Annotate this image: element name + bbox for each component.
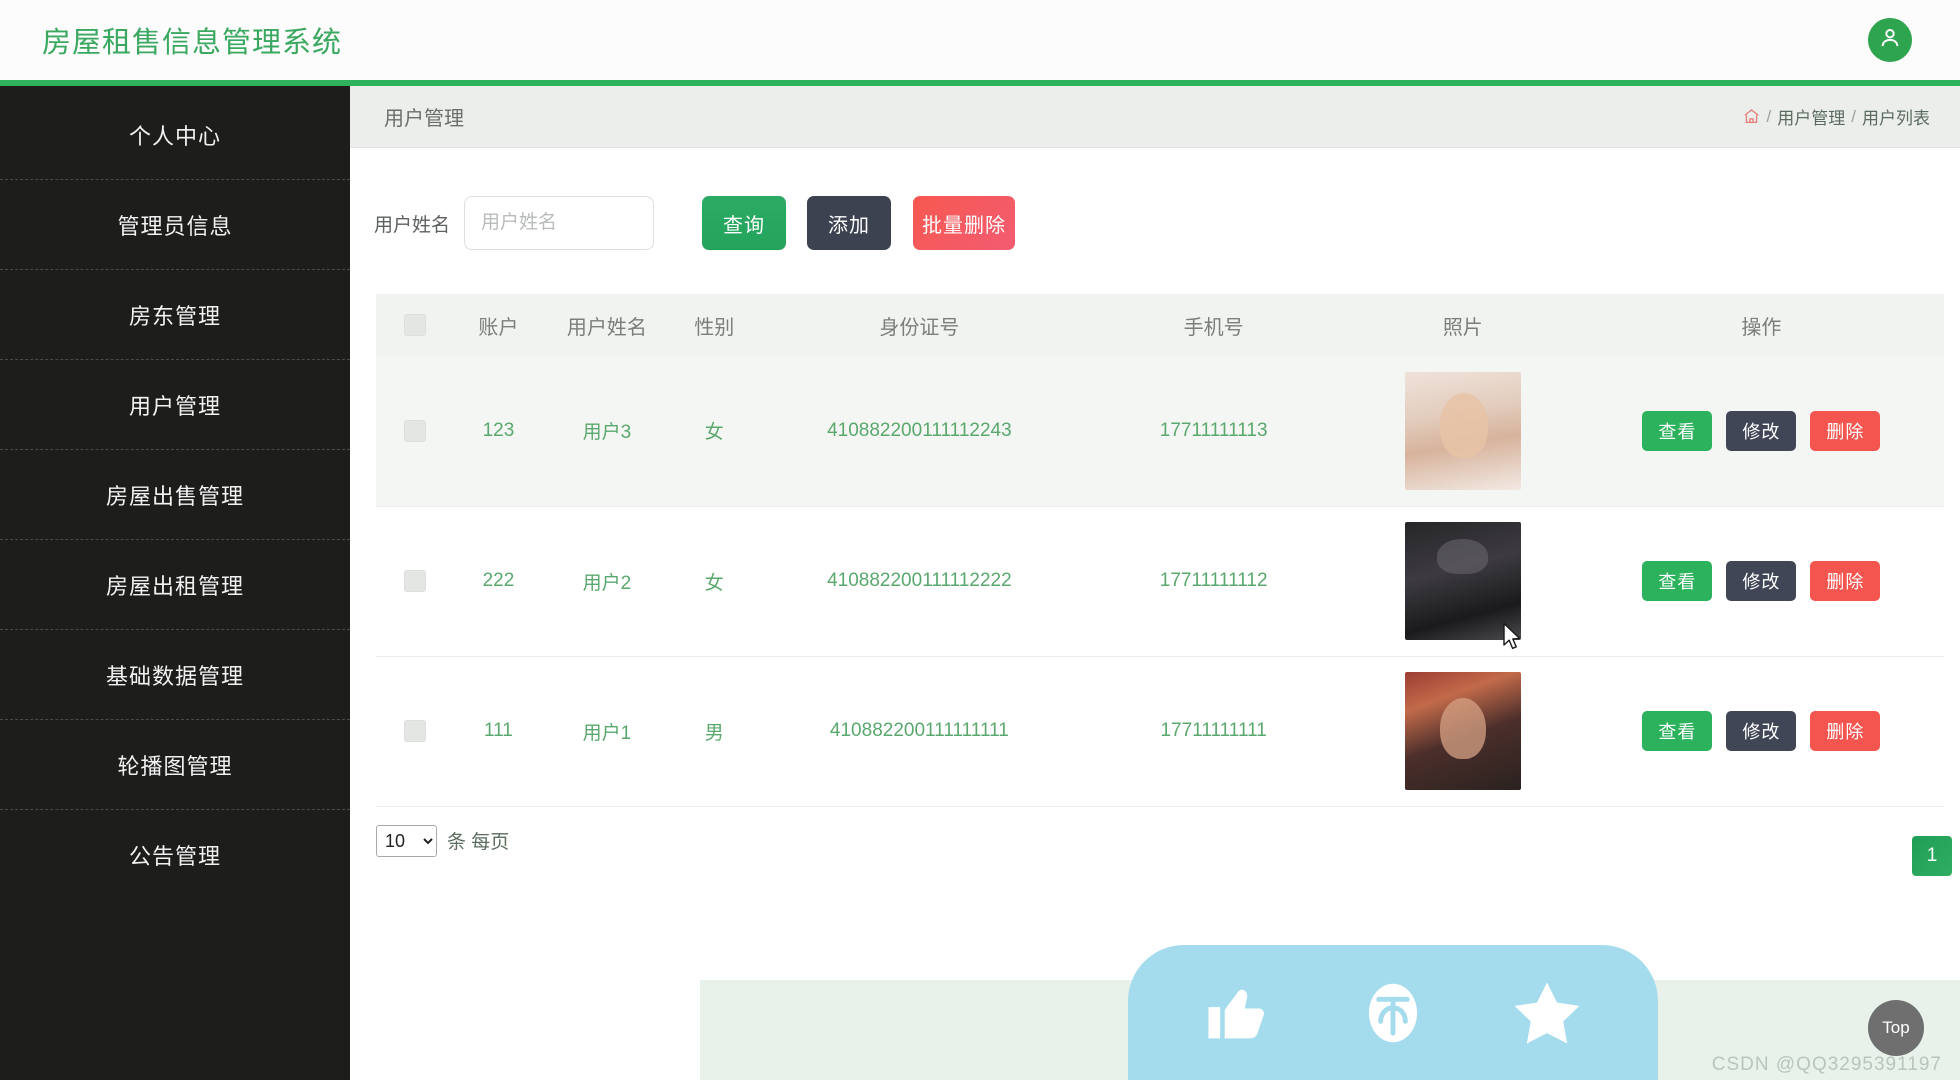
- cell-id-card: 410882200111112243: [758, 356, 1081, 507]
- column-header-phone: 手机号: [1183, 316, 1244, 339]
- column-header-name: 用户姓名: [566, 316, 647, 339]
- breadcrumb-item-user-management[interactable]: 用户管理: [1777, 104, 1845, 129]
- avatar-wrap: [1868, 18, 1912, 62]
- batch-delete-button[interactable]: 批量删除: [913, 196, 1016, 250]
- cell-photo: [1346, 356, 1579, 507]
- delete-button[interactable]: 删除: [1810, 711, 1881, 751]
- row-checkbox-cell: [376, 506, 454, 657]
- user-photo: [1404, 371, 1521, 490]
- sidebar-item-landlord-management[interactable]: 房东管理: [0, 270, 350, 360]
- back-to-top-button[interactable]: Top: [1868, 1000, 1924, 1056]
- row-checkbox-cell: [376, 356, 454, 507]
- search-input[interactable]: [464, 196, 655, 250]
- cell-phone: 17711111111: [1080, 656, 1347, 807]
- cell-photo: [1346, 656, 1579, 807]
- sidebar-item-house-rent-management[interactable]: 房屋出租管理: [0, 540, 350, 630]
- app-title: 房屋租售信息管理系统: [42, 27, 343, 59]
- breadcrumb-separator-2: /: [1851, 106, 1856, 126]
- sidebar-item-announcement-management[interactable]: 公告管理: [0, 810, 350, 900]
- cell-actions: 查看 修改 删除: [1578, 356, 1944, 507]
- column-header-account: 账户: [478, 316, 519, 339]
- breadcrumb-separator-1: /: [1766, 106, 1772, 126]
- cell-gender: 女: [670, 356, 759, 507]
- table-row: 111 用户1 男 410882200111111111 17711111111…: [376, 656, 1944, 807]
- view-button[interactable]: 查看: [1642, 410, 1713, 451]
- cell-phone: 17711111112: [1080, 506, 1347, 657]
- sidebar-item-house-sale-management[interactable]: 房屋出售管理: [0, 450, 350, 540]
- edit-button[interactable]: 修改: [1726, 410, 1797, 451]
- top-header: 房屋租售信息管理系统: [0, 0, 1960, 86]
- row-action-group: 查看 修改 删除: [1580, 711, 1943, 751]
- sidebar: 个人中心 管理员信息 房东管理 用户管理 房屋出售管理 房屋出租管理 基础数据管…: [0, 86, 350, 1080]
- home-icon[interactable]: [1742, 107, 1761, 126]
- sidebar-item-admin-info[interactable]: 管理员信息: [0, 180, 350, 270]
- add-button[interactable]: 添加: [807, 196, 892, 250]
- select-all-header: [376, 294, 453, 356]
- row-checkbox[interactable]: [403, 719, 426, 742]
- row-action-group: 查看 修改 删除: [1580, 561, 1943, 601]
- user-photo: [1404, 672, 1521, 790]
- table-header-row: 账户 用户姓名 性别 身份证号 手机号 照片 操作: [376, 294, 1944, 356]
- cell-actions: 查看 修改 删除: [1578, 506, 1944, 657]
- sidebar-item-user-management[interactable]: 用户管理: [0, 360, 350, 450]
- column-header-gender: 性别: [694, 316, 735, 339]
- cell-account: 123: [453, 356, 544, 507]
- cell-phone: 17711111113: [1080, 356, 1347, 507]
- sidebar-item-carousel-management[interactable]: 轮播图管理: [0, 720, 350, 810]
- row-action-group: 查看 修改 删除: [1580, 410, 1943, 451]
- view-button[interactable]: 查看: [1642, 711, 1713, 751]
- user-table-wrap: 账户 用户姓名 性别 身份证号 手机号 照片 操作 123 用户3 女 4108…: [376, 294, 1944, 807]
- social-widget: [1128, 945, 1658, 1080]
- column-header-id-card: 身份证号: [879, 316, 960, 339]
- delete-button[interactable]: 删除: [1810, 410, 1881, 451]
- cell-gender: 女: [670, 506, 759, 657]
- column-header-photo: 照片: [1442, 316, 1483, 339]
- cell-id-card: 410882200111112222: [758, 506, 1081, 657]
- page-title: 用户管理: [384, 108, 464, 130]
- dislike-circle-icon[interactable]: [1354, 974, 1432, 1052]
- cell-gender: 男: [670, 656, 759, 807]
- cell-name: 用户1: [543, 656, 671, 807]
- cell-name: 用户3: [543, 356, 671, 507]
- cell-actions: 查看 修改 删除: [1578, 656, 1944, 807]
- breadcrumb-bar: 用户管理 / 用户管理 / 用户列表: [350, 86, 1960, 148]
- user-avatar-icon: [1877, 25, 1903, 56]
- content-area: 用户管理 / 用户管理 / 用户列表 用户姓名 查询 添加: [350, 86, 1960, 1080]
- user-table: 账户 用户姓名 性别 身份证号 手机号 照片 操作 123 用户3 女 4108…: [376, 294, 1944, 807]
- cell-account: 222: [453, 506, 544, 657]
- pagination-row: 10 20 50 100 条 每页: [376, 824, 1960, 857]
- row-checkbox[interactable]: [403, 569, 426, 592]
- breadcrumb: / 用户管理 / 用户列表: [1742, 104, 1930, 129]
- watermark-text: CSDN @QQ3295391197: [1711, 1054, 1942, 1075]
- username-label: 用户姓名: [374, 214, 451, 236]
- table-row: 123 用户3 女 410882200111112243 17711111113…: [376, 356, 1944, 507]
- cell-photo: [1346, 506, 1579, 657]
- column-header-actions: 操作: [1741, 316, 1782, 339]
- page-size-unit-label: 条 每页: [447, 832, 510, 853]
- user-avatar-button[interactable]: [1868, 18, 1912, 62]
- page-number-1-button[interactable]: 1: [1912, 836, 1952, 876]
- mouse-cursor: [1502, 622, 1524, 657]
- edit-button[interactable]: 修改: [1726, 561, 1797, 601]
- select-all-checkbox[interactable]: [403, 314, 426, 337]
- breadcrumb-item-user-list[interactable]: 用户列表: [1862, 104, 1930, 129]
- delete-button[interactable]: 删除: [1810, 561, 1881, 601]
- page-size-select[interactable]: 10 20 50 100: [376, 824, 437, 857]
- row-checkbox[interactable]: [403, 419, 426, 442]
- sidebar-item-personal-center[interactable]: 个人中心: [0, 90, 350, 180]
- star-icon[interactable]: [1508, 974, 1586, 1052]
- sidebar-item-basic-data-management[interactable]: 基础数据管理: [0, 630, 350, 720]
- cell-account: 111: [453, 656, 544, 807]
- table-row: 222 用户2 女 410882200111112222 17711111112…: [376, 506, 1944, 657]
- app-root: 房屋租售信息管理系统 个人中心 管理员信息 房东管理 用户管理 房屋出售管理 房…: [0, 0, 1960, 1080]
- view-button[interactable]: 查看: [1642, 561, 1713, 601]
- search-toolbar: 用户姓名 查询 添加 批量删除: [350, 148, 1960, 250]
- cell-name: 用户2: [543, 506, 671, 657]
- thumbs-up-icon[interactable]: [1200, 974, 1278, 1052]
- edit-button[interactable]: 修改: [1726, 711, 1797, 751]
- query-button[interactable]: 查询: [702, 196, 787, 250]
- row-checkbox-cell: [376, 656, 454, 807]
- cell-id-card: 410882200111111111: [758, 656, 1081, 807]
